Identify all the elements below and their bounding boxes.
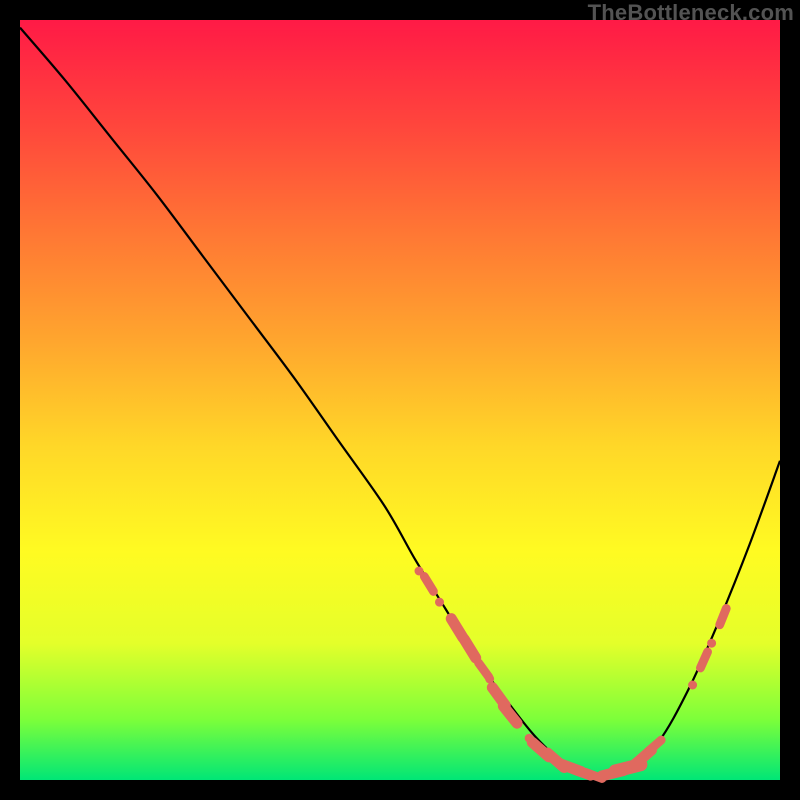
marker-dot [435, 598, 444, 607]
marker-dot [707, 639, 716, 648]
marker-pill [720, 608, 727, 624]
marker-pill [451, 619, 463, 638]
marker-pill [424, 576, 433, 591]
chart-svg [20, 20, 780, 780]
curve-markers [415, 567, 727, 779]
marker-pill [464, 639, 476, 658]
marker-dot [688, 681, 697, 690]
marker-pill [478, 663, 488, 677]
marker-pill [700, 652, 707, 668]
bottleneck-curve-path [20, 28, 780, 777]
chart-stage: TheBottleneck.com [0, 0, 800, 800]
bottleneck-curve [20, 28, 780, 777]
marker-pill [648, 740, 661, 752]
marker-pill [503, 706, 517, 723]
